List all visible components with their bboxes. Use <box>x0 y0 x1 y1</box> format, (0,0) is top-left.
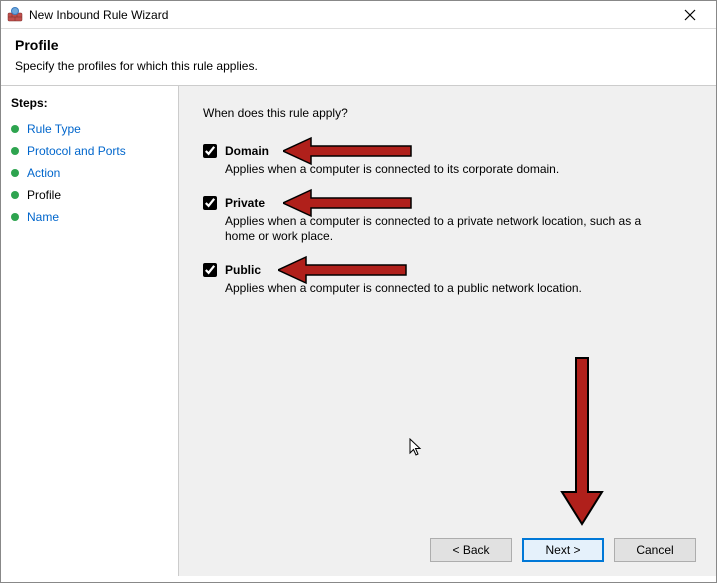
titlebar: New Inbound Rule Wizard <box>1 1 716 29</box>
bullet-icon <box>11 213 19 221</box>
window-title: New Inbound Rule Wizard <box>29 8 670 22</box>
page-title: Profile <box>15 37 702 53</box>
step-profile[interactable]: Profile <box>1 184 178 206</box>
content-panel: When does this rule apply? Domain Applie… <box>179 86 716 576</box>
option-public-group: Public Applies when a computer is connec… <box>203 263 692 297</box>
option-private-group: Private Applies when a computer is conne… <box>203 196 692 245</box>
firewall-icon <box>7 7 23 23</box>
option-private-desc: Applies when a computer is connected to … <box>225 214 655 245</box>
step-action[interactable]: Action <box>1 162 178 184</box>
checkbox-private[interactable] <box>203 196 217 210</box>
steps-panel: Steps: Rule Type Protocol and Ports Acti… <box>1 86 179 576</box>
option-private-label: Private <box>225 196 265 210</box>
steps-title: Steps: <box>1 92 178 114</box>
step-protocol-and-ports[interactable]: Protocol and Ports <box>1 140 178 162</box>
annotation-arrow-next <box>560 356 604 526</box>
checkbox-domain[interactable] <box>203 144 217 158</box>
next-button[interactable]: Next > <box>522 538 604 562</box>
close-icon <box>684 9 696 21</box>
wizard-header: Profile Specify the profiles for which t… <box>1 29 716 85</box>
step-label: Rule Type <box>27 122 81 136</box>
steps-list: Rule Type Protocol and Ports Action Prof… <box>1 118 178 228</box>
back-button[interactable]: < Back <box>430 538 512 562</box>
page-subtitle: Specify the profiles for which this rule… <box>15 59 702 73</box>
wizard-body: Steps: Rule Type Protocol and Ports Acti… <box>1 85 716 576</box>
content-question: When does this rule apply? <box>203 106 692 120</box>
close-button[interactable] <box>670 1 710 28</box>
button-bar: < Back Next > Cancel <box>430 538 696 562</box>
option-domain-desc: Applies when a computer is connected to … <box>225 162 655 178</box>
option-public-label: Public <box>225 263 261 277</box>
cancel-button[interactable]: Cancel <box>614 538 696 562</box>
step-label: Action <box>27 166 60 180</box>
option-domain-group: Domain Applies when a computer is connec… <box>203 144 692 178</box>
step-rule-type[interactable]: Rule Type <box>1 118 178 140</box>
step-label: Profile <box>27 188 61 202</box>
step-label: Name <box>27 210 59 224</box>
checkbox-public[interactable] <box>203 263 217 277</box>
bullet-icon <box>11 125 19 133</box>
step-name[interactable]: Name <box>1 206 178 228</box>
step-label: Protocol and Ports <box>27 144 126 158</box>
bullet-icon <box>11 147 19 155</box>
bullet-icon <box>11 191 19 199</box>
option-domain-label: Domain <box>225 144 269 158</box>
bullet-icon <box>11 169 19 177</box>
cursor-icon <box>409 438 425 461</box>
option-public-desc: Applies when a computer is connected to … <box>225 281 655 297</box>
